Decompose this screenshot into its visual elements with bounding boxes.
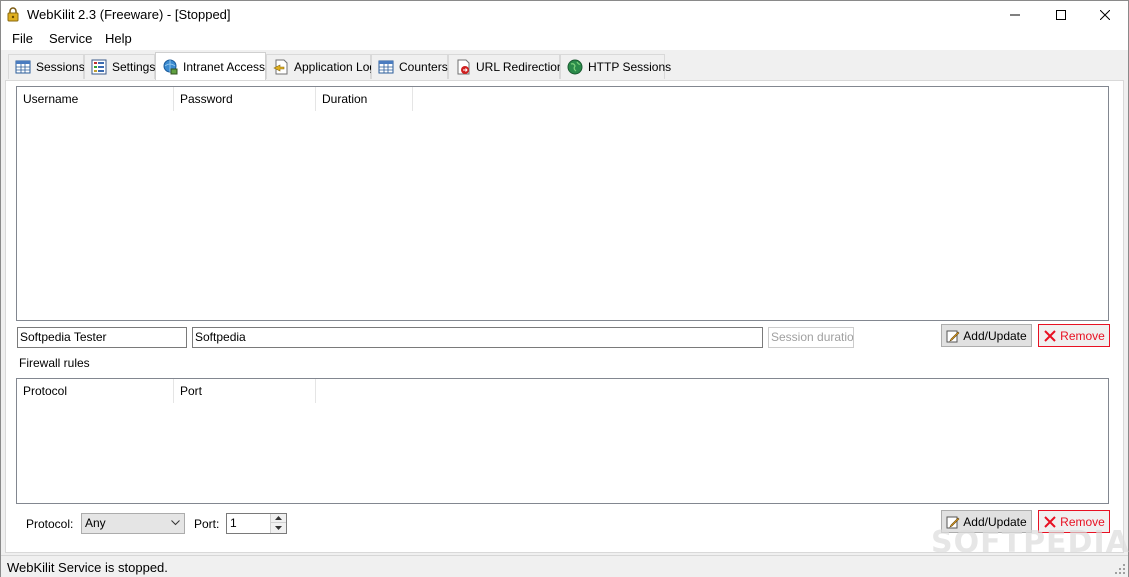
globe-icon — [567, 59, 583, 75]
firewall-list-header: Protocol Port — [17, 379, 316, 403]
port-decrement-button[interactable] — [271, 523, 286, 532]
chevron-down-icon — [275, 525, 282, 530]
close-button[interactable] — [1082, 1, 1128, 29]
column-username[interactable]: Username — [17, 87, 174, 111]
protocol-select[interactable]: Any — [81, 513, 185, 534]
tab-sessions[interactable]: Sessions — [8, 54, 85, 79]
maximize-button[interactable] — [1038, 1, 1084, 29]
settings-list-icon — [91, 59, 107, 75]
add-update-user-button[interactable]: Add/Update — [941, 324, 1032, 347]
tab-strip: Sessions Settings Intranet Access Applic… — [1, 50, 1128, 80]
tab-label: Sessions — [36, 60, 85, 74]
minimize-button[interactable] — [992, 1, 1038, 29]
firewall-rules-label: Firewall rules — [19, 356, 90, 370]
remove-label: Remove — [1060, 328, 1105, 343]
port-stepper-buttons — [270, 514, 286, 533]
status-bar: WebKilit Service is stopped. — [1, 555, 1128, 577]
tab-settings[interactable]: Settings — [84, 54, 155, 79]
tab-label: Application Log — [294, 60, 377, 74]
network-icon — [163, 59, 178, 74]
tab-counters[interactable]: Counters — [371, 54, 448, 79]
title-bar: WebKilit 2.3 (Freeware) - [Stopped] — [1, 1, 1128, 29]
tab-intranet-access[interactable]: Intranet Access — [155, 52, 266, 80]
port-stepper[interactable]: 1 — [226, 513, 287, 534]
close-icon — [1100, 10, 1110, 20]
tab-url-redirection[interactable]: URL Redirection — [448, 54, 564, 79]
port-increment-button[interactable] — [271, 514, 286, 523]
username-input[interactable]: Softpedia Tester — [17, 327, 187, 348]
protocol-label: Protocol: — [26, 517, 74, 531]
edit-icon — [946, 330, 960, 342]
tab-label: Intranet Access — [183, 59, 266, 74]
tab-label: HTTP Sessions — [588, 60, 672, 74]
users-list-header: Username Password Duration — [17, 87, 413, 111]
remove-icon — [1044, 329, 1056, 342]
column-password[interactable]: Password — [174, 87, 316, 111]
tab-application-log[interactable]: Application Log — [266, 54, 376, 79]
tab-label: Counters — [399, 60, 448, 74]
tab-http-sessions[interactable]: HTTP Sessions — [560, 54, 671, 79]
port-label: Port: — [194, 517, 220, 531]
protocol-value: Any — [85, 516, 106, 530]
password-input[interactable]: Softpedia — [192, 327, 763, 348]
table-icon — [378, 60, 394, 74]
intranet-access-panel: Username Password Duration Softpedia Tes… — [5, 80, 1124, 553]
status-text: WebKilit Service is stopped. — [7, 560, 168, 575]
add-update-label: Add/Update — [963, 328, 1027, 343]
port-value: 1 — [230, 516, 237, 530]
menu-help[interactable]: Help — [103, 31, 134, 46]
session-duration-input[interactable]: Session duration — [768, 327, 854, 348]
redirect-icon — [457, 59, 470, 75]
log-icon — [273, 59, 288, 75]
users-list[interactable]: Username Password Duration — [16, 86, 1109, 321]
column-protocol[interactable]: Protocol — [17, 379, 174, 403]
menu-service[interactable]: Service — [47, 31, 94, 46]
tab-label: URL Redirection — [476, 60, 564, 74]
resize-grip-icon[interactable] — [1115, 564, 1125, 574]
remove-user-button[interactable]: Remove — [1038, 324, 1110, 347]
chevron-up-icon — [275, 516, 282, 520]
minimize-icon — [1010, 14, 1020, 16]
menu-bar: File Service Help — [1, 29, 1128, 50]
column-duration[interactable]: Duration — [316, 87, 413, 111]
table-icon — [15, 60, 31, 74]
maximize-icon — [1056, 10, 1066, 20]
chevron-down-icon — [171, 520, 180, 526]
tab-label: Settings — [112, 60, 156, 74]
menu-file[interactable]: File — [10, 31, 35, 46]
app-window: WebKilit 2.3 (Freeware) - [Stopped] File… — [0, 0, 1129, 577]
padlock-icon — [7, 7, 19, 22]
firewall-rules-list[interactable]: Protocol Port — [16, 378, 1109, 504]
column-port[interactable]: Port — [174, 379, 316, 403]
window-title: WebKilit 2.3 (Freeware) - [Stopped] — [27, 7, 231, 22]
